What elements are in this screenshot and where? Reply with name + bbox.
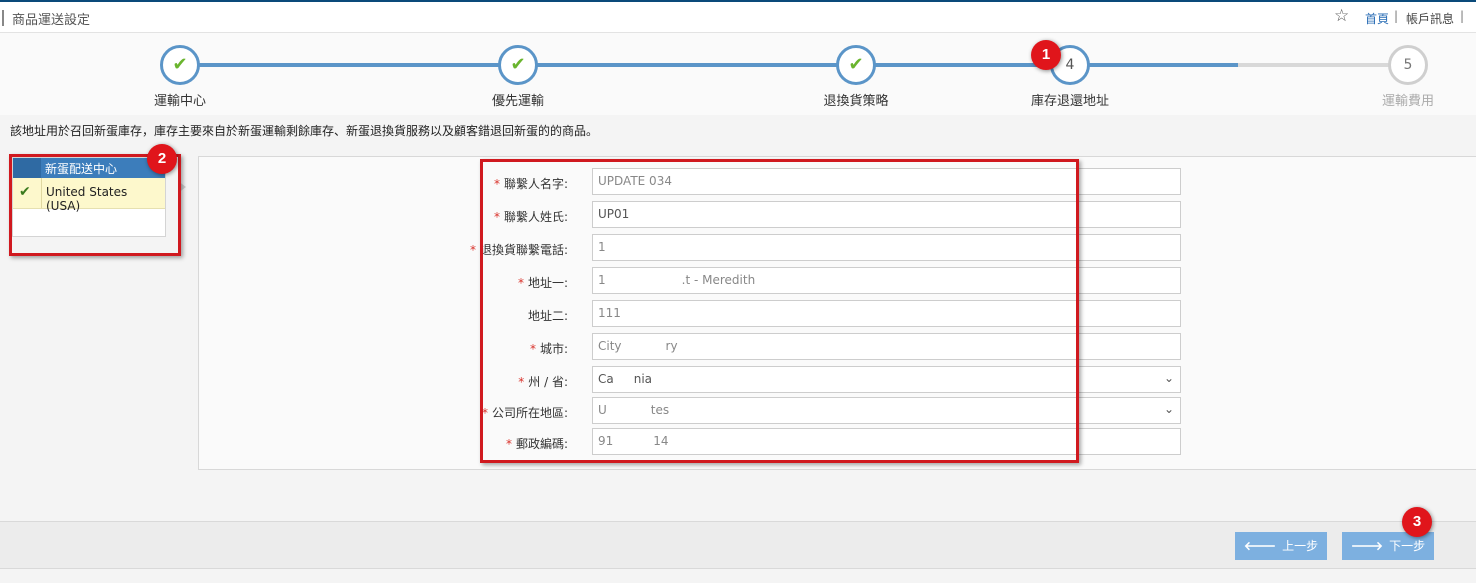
- annotation-marker: 3: [1402, 507, 1432, 537]
- wizard-progress: ✔ ✔ ✔ 4 5 運輸中心 優先運輸 退換貨策略 庫存退還地址 運輸費用: [0, 33, 1476, 115]
- progress-line-todo: [1238, 63, 1408, 67]
- chevron-down-icon: ⌄: [1163, 402, 1174, 416]
- chevron-down-icon: ⌄: [1163, 371, 1174, 385]
- wizard-step-3[interactable]: ✔: [836, 45, 876, 85]
- title-bar-marker: [2, 10, 4, 26]
- footer-bar: 🡐 上一步 🡒 下一步: [0, 521, 1476, 569]
- required-asterisk: *: [469, 243, 476, 257]
- wizard-step-2[interactable]: ✔: [498, 45, 538, 85]
- description-text: 該地址用於召回新蛋庫存，庫存主要來自於新蛋運輸剩餘庫存、新蛋退換貨服務以及顧客錯…: [10, 124, 599, 138]
- wizard-step-5: 5: [1388, 45, 1428, 85]
- page-title: 商品運送設定: [12, 13, 91, 28]
- wizard-step-label: 退換貨策略: [823, 94, 889, 109]
- breadcrumb-separator: |: [1394, 9, 1399, 23]
- arrow-right-icon: 🡒: [1350, 539, 1384, 553]
- breadcrumb-separator: |: [1460, 9, 1465, 23]
- favorite-star-icon[interactable]: ☆: [1334, 6, 1349, 26]
- breadcrumb-account[interactable]: 帳戶訊息: [1406, 10, 1454, 27]
- wizard-step-label: 運輸費用: [1381, 94, 1434, 109]
- check-icon: ✔: [848, 54, 864, 75]
- breadcrumb-home[interactable]: 首頁: [1365, 10, 1389, 27]
- arrow-left-icon: 🡐: [1243, 539, 1277, 553]
- annotation-box-form: [480, 159, 1079, 463]
- wizard-step-label: 運輸中心: [153, 94, 206, 109]
- wizard-step-label: 優先運輸: [491, 94, 544, 109]
- wizard-step-label: 庫存退還地址: [1030, 94, 1109, 109]
- page-header: 商品運送設定 ☆ 首頁 | 帳戶訊息 |: [0, 2, 1476, 33]
- annotation-marker: 2: [147, 144, 177, 174]
- annotation-marker: 1: [1031, 40, 1061, 70]
- check-icon: ✔: [172, 54, 188, 75]
- wizard-step-1[interactable]: ✔: [160, 45, 200, 85]
- prev-step-button[interactable]: 🡐 上一步: [1235, 532, 1327, 560]
- check-icon: ✔: [510, 54, 526, 75]
